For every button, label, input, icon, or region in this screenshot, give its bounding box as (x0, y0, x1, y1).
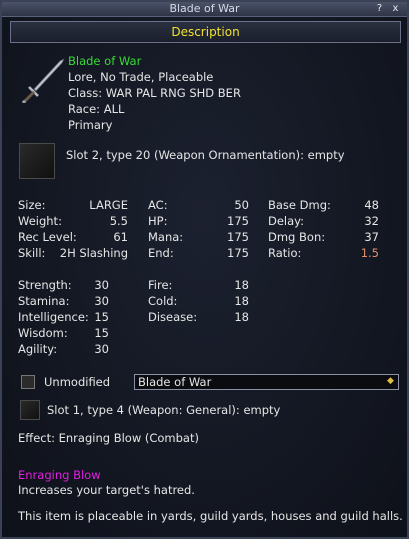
placeable-note: This item is placeable in yards, guild y… (18, 509, 403, 523)
item-races: Race: ALL (68, 102, 125, 116)
sword-icon (22, 58, 65, 103)
stat-value: 2H Slashing (59, 246, 128, 260)
dropdown-arrow-icon[interactable]: ◆ (385, 376, 396, 387)
attr-value: 30 (94, 294, 109, 308)
attr-label: Agility: (18, 342, 58, 356)
resist-label: Disease: (148, 310, 198, 324)
item-name: Blade of War (68, 54, 142, 68)
resist-value: 18 (234, 294, 249, 308)
tab-description[interactable]: Description (10, 21, 401, 43)
resist-label: Cold: (148, 294, 178, 308)
stat-label: End: (148, 246, 174, 260)
stat-value: LARGE (89, 198, 128, 212)
attr-label: Stamina: (18, 294, 70, 308)
unmodified-checkbox[interactable] (21, 375, 35, 389)
stat-value: 50 (234, 198, 249, 212)
stat-value: 5.5 (109, 214, 128, 228)
item-flags: Lore, No Trade, Placeable (68, 70, 214, 84)
attr-label: Wisdom: (18, 326, 68, 340)
stat-label: Skill: (18, 246, 46, 260)
spell-name: Enraging Blow (18, 468, 101, 482)
stat-value: 32 (364, 214, 379, 228)
attr-value: 30 (94, 278, 109, 292)
stat-value: 61 (113, 230, 128, 244)
dropdown-value: Blade of War (138, 375, 212, 389)
attr-label: Strength: (18, 278, 72, 292)
item-slot: Primary (68, 118, 113, 132)
augment-slot-1-text: Slot 1, type 4 (Weapon: General): empty (47, 403, 281, 417)
attr-value: 15 (94, 326, 109, 340)
help-button[interactable]: ? (374, 3, 385, 14)
unmodified-label: Unmodified (44, 375, 111, 389)
stat-label: AC: (148, 198, 168, 212)
spell-description: Increases your target's hatred. (18, 483, 195, 497)
resist-value: 18 (234, 278, 249, 292)
item-classes: Class: WAR PAL RNG SHD BER (68, 86, 241, 100)
resist-label: Fire: (148, 278, 173, 292)
stat-value: 48 (364, 198, 379, 212)
stat-label: Size: (18, 198, 46, 212)
augment-slot-1-box[interactable] (20, 400, 40, 420)
stat-label: Mana: (148, 230, 184, 244)
augment-slot-2-text: Slot 2, type 20 (Weapon Ornamentation): … (66, 148, 345, 162)
stat-label: HP: (148, 214, 168, 228)
augment-slot-2-box[interactable] (19, 143, 55, 179)
stat-value: 175 (227, 230, 249, 244)
ratio-value: 1.5 (360, 246, 379, 260)
stat-value: 175 (227, 246, 249, 260)
close-button[interactable]: x (390, 3, 401, 14)
stat-value: 175 (227, 214, 249, 228)
item-window: Blade of War ? x Description Blade of Wa… (0, 0, 409, 539)
attr-value: 15 (94, 310, 109, 324)
stat-label: Base Dmg: (268, 198, 331, 212)
stat-label: Dmg Bon: (268, 230, 326, 244)
item-variant-dropdown[interactable]: Blade of War ◆ (134, 374, 399, 390)
stat-value: 37 (364, 230, 379, 244)
effect-text: Effect: Enraging Blow (Combat) (18, 431, 199, 445)
resist-value: 18 (234, 310, 249, 324)
stat-label: Delay: (268, 214, 305, 228)
title-bar[interactable]: Blade of War ? x (2, 2, 407, 17)
window-title: Blade of War (169, 2, 240, 15)
stat-label: Weight: (18, 214, 62, 228)
stat-label: Ratio: (268, 246, 302, 260)
attr-value: 30 (94, 342, 109, 356)
